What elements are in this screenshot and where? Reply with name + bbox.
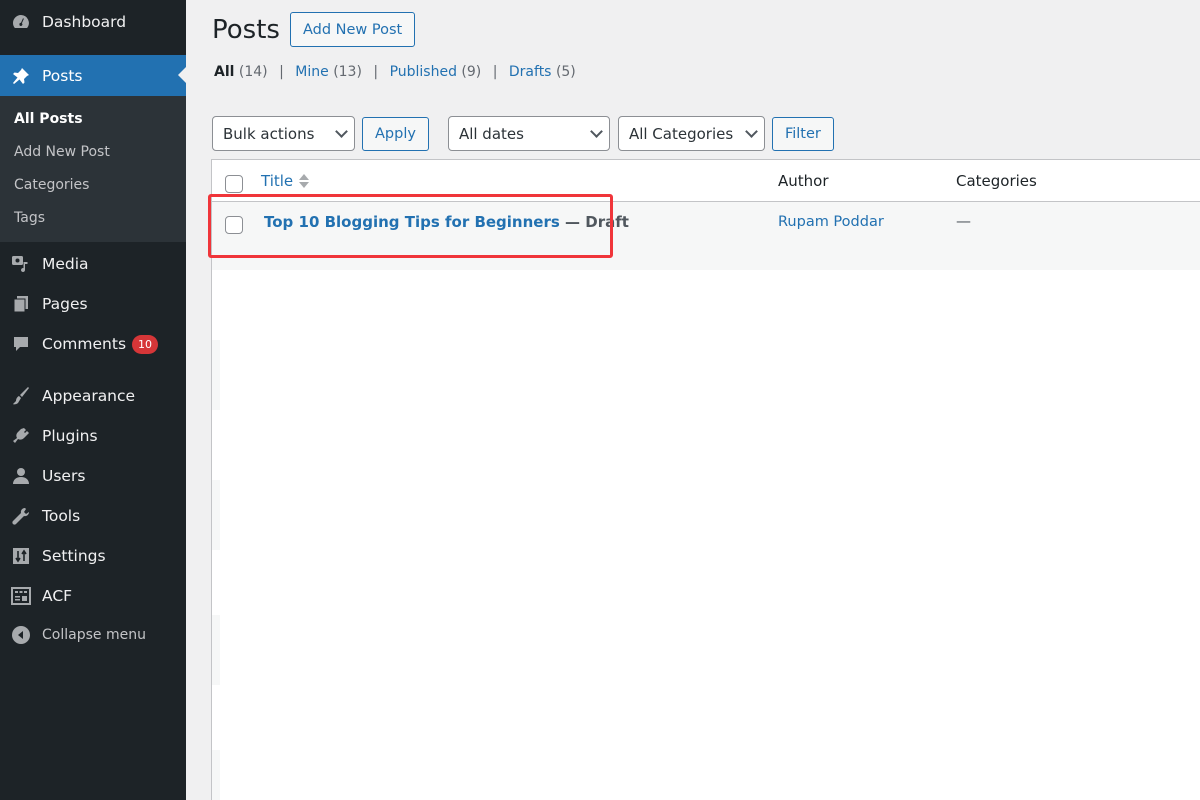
pushpin-icon — [10, 65, 32, 87]
post-title-link[interactable]: Top 10 Blogging Tips for Beginners — [264, 213, 560, 231]
sidebar-label: Comments — [42, 335, 127, 353]
settings-icon — [10, 545, 32, 567]
admin-sidebar: Dashboard Posts All Posts Add New Post C… — [0, 0, 186, 800]
table-stripe — [212, 750, 220, 800]
sidebar-item-media[interactable]: Media — [0, 244, 186, 284]
separator: | — [279, 64, 284, 80]
user-icon — [10, 465, 32, 487]
wrench-icon — [10, 505, 32, 527]
sidebar-label: Pages — [42, 295, 88, 313]
table-row: Top 10 Blogging Tips for Beginners — Dra… — [212, 202, 1200, 270]
select-value: Bulk actions — [223, 124, 315, 143]
table-stripe — [212, 340, 220, 410]
sidebar-item-dashboard[interactable]: Dashboard — [0, 2, 186, 42]
row-checkbox[interactable] — [225, 216, 243, 234]
submenu-tags[interactable]: Tags — [0, 201, 186, 234]
filter-all-count: (14) — [238, 64, 268, 80]
sidebar-item-settings[interactable]: Settings — [0, 536, 186, 576]
sidebar-label: Plugins — [42, 427, 98, 445]
submenu-add-new-post[interactable]: Add New Post — [0, 135, 186, 168]
plug-icon — [10, 425, 32, 447]
column-author: Author — [778, 172, 829, 190]
post-title: Top 10 Blogging Tips for Beginners — Dra… — [264, 213, 629, 231]
filter-published[interactable]: Published — [390, 64, 457, 80]
main-content: Posts Add New Post All (14) | Mine (13) … — [186, 0, 1200, 800]
sidebar-label: Dashboard — [42, 13, 127, 31]
post-categories: — — [956, 212, 971, 230]
apply-button[interactable]: Apply — [362, 116, 429, 151]
collapse-menu-button[interactable]: Collapse menu — [0, 616, 186, 654]
sidebar-label: Users — [42, 467, 86, 485]
sidebar-item-tools[interactable]: Tools — [0, 496, 186, 536]
select-value: All dates — [458, 124, 524, 143]
filter-button[interactable]: Filter — [771, 116, 834, 151]
sidebar-label: Posts — [42, 66, 83, 85]
paintbrush-icon — [10, 385, 32, 407]
sidebar-label: Media — [42, 255, 89, 273]
filter-mine-count: (13) — [333, 64, 362, 80]
post-status-filters: All (14) | Mine (13) | Published (9) | D… — [214, 64, 576, 80]
filter-drafts[interactable]: Drafts — [509, 64, 552, 80]
sort-icon — [299, 174, 310, 188]
sidebar-label: ACF — [42, 587, 73, 605]
chevron-down-icon — [745, 124, 758, 138]
comment-icon — [10, 333, 32, 355]
sidebar-item-pages[interactable]: Pages — [0, 284, 186, 324]
page-title: Posts — [212, 14, 280, 45]
pages-icon — [10, 293, 32, 315]
column-categories: Categories — [956, 172, 1037, 190]
filter-mine[interactable]: Mine — [295, 64, 328, 80]
submenu-all-posts[interactable]: All Posts — [0, 102, 186, 135]
page-header: Posts Add New Post — [212, 12, 416, 47]
dashboard-icon — [10, 11, 32, 33]
separator: | — [492, 64, 498, 80]
chevron-down-icon — [590, 124, 603, 138]
tablenav-top: Bulk actions Apply All dates All Categor… — [212, 116, 834, 151]
filter-published-count: (9) — [461, 64, 482, 80]
sidebar-label: Appearance — [42, 387, 136, 405]
select-all-checkbox[interactable] — [225, 175, 243, 193]
sidebar-label: Collapse menu — [42, 627, 146, 643]
posts-table: Title Author Categories Top 10 Blogging … — [211, 159, 1200, 800]
bulk-actions-select[interactable]: Bulk actions — [212, 116, 355, 151]
column-title-label: Title — [261, 172, 294, 190]
add-new-post-button[interactable]: Add New Post — [289, 12, 416, 47]
table-stripe — [212, 615, 220, 685]
acf-icon — [10, 585, 32, 607]
sidebar-item-users[interactable]: Users — [0, 456, 186, 496]
chevron-down-icon — [335, 124, 348, 138]
categories-filter-select[interactable]: All Categories — [617, 116, 765, 151]
table-stripe — [212, 480, 220, 550]
separator: | — [373, 64, 379, 80]
sidebar-item-posts[interactable]: Posts — [0, 55, 186, 96]
posts-submenu: All Posts Add New Post Categories Tags — [0, 96, 186, 242]
column-title[interactable]: Title — [261, 172, 310, 190]
sidebar-item-acf[interactable]: ACF — [0, 576, 186, 616]
filter-drafts-count: (5) — [555, 64, 576, 80]
sidebar-label: Tools — [42, 507, 81, 525]
sidebar-item-plugins[interactable]: Plugins — [0, 416, 186, 456]
dates-filter-select[interactable]: All dates — [447, 116, 610, 151]
select-value: All Categories — [628, 124, 734, 143]
collapse-arrow-icon — [10, 624, 32, 646]
comments-count-badge: 10 — [132, 334, 159, 354]
filter-all[interactable]: All — [214, 64, 234, 80]
post-author-link[interactable]: Rupam Poddar — [778, 214, 884, 230]
table-header: Title Author Categories — [212, 160, 1200, 202]
submenu-categories[interactable]: Categories — [0, 168, 186, 201]
media-icon — [10, 253, 32, 275]
post-state: — Draft — [559, 213, 629, 231]
sidebar-item-appearance[interactable]: Appearance — [0, 376, 186, 416]
sidebar-label: Settings — [42, 547, 106, 565]
sidebar-item-comments[interactable]: Comments 10 — [0, 324, 186, 364]
